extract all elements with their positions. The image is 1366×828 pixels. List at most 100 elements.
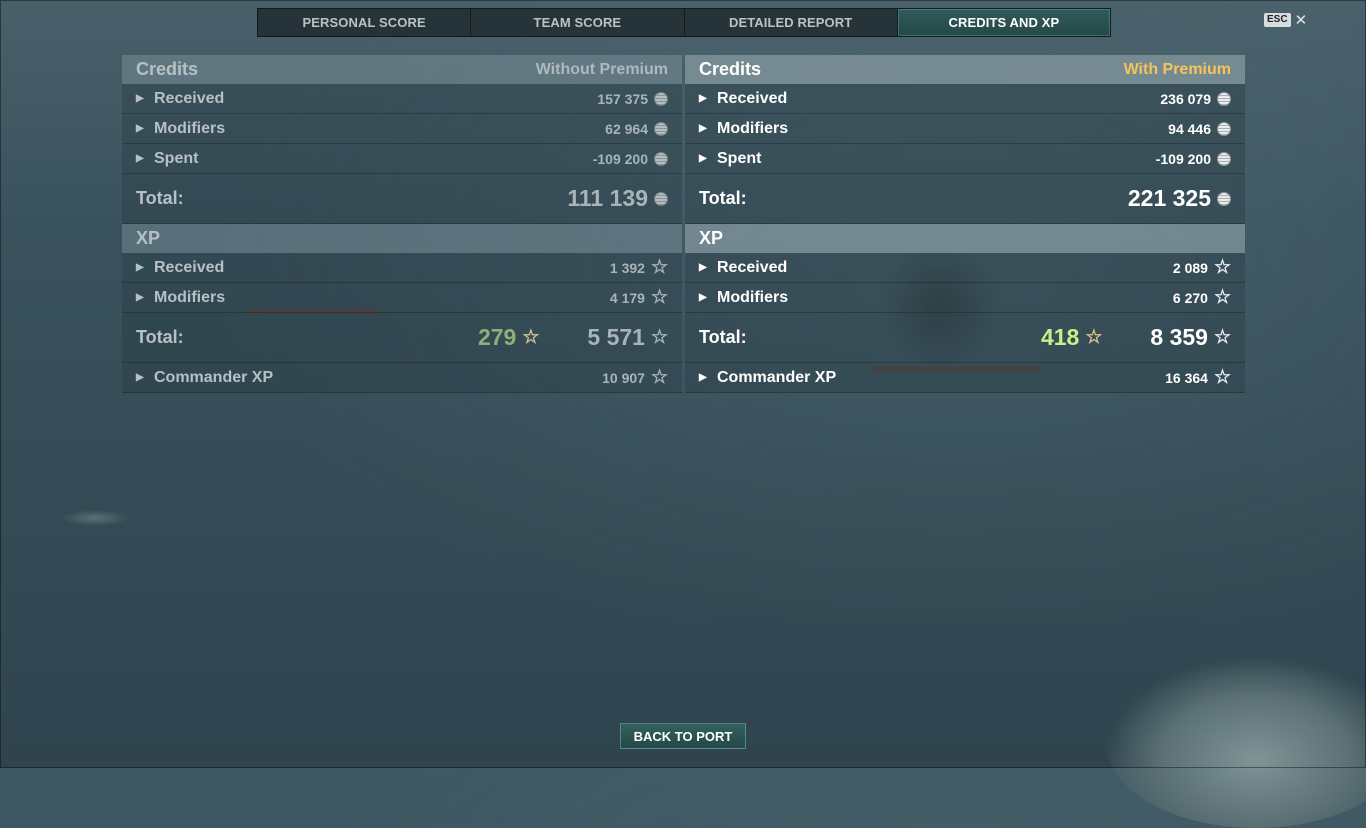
xp-star-icon: ☆ (1213, 286, 1231, 308)
xp-star-icon: ☆ (650, 326, 668, 348)
xp-star-icon: ☆ (1213, 256, 1231, 278)
total-label: Total: (699, 188, 747, 208)
tab-team-score[interactable]: TEAM SCORE (471, 9, 685, 36)
panel-without-premium: Credits Without Premium ▶ Received 157 3… (122, 55, 682, 393)
credits-modifiers-row[interactable]: ▶ Modifiers 62 964 (122, 114, 682, 144)
total-label: Total: (699, 327, 747, 347)
xp-star-icon: ☆ (650, 286, 668, 308)
row-value: 16 364 (1165, 369, 1208, 386)
xp-star-icon: ☆ (1085, 326, 1103, 348)
row-label: Modifiers (154, 119, 226, 137)
row-label: Modifiers (717, 119, 789, 137)
row-label: Received (717, 258, 788, 276)
tab-credits-and-xp[interactable]: CREDITS AND XP (897, 9, 1110, 36)
row-value: -109 200 (1155, 150, 1211, 167)
tab-personal-score[interactable]: PERSONAL SCORE (258, 9, 472, 36)
close-icon: ✕ (1294, 11, 1308, 29)
row-value: 10 907 (602, 369, 645, 386)
xp-title: XP (136, 228, 161, 248)
credits-spent-row[interactable]: ▶ Spent -109 200 (685, 144, 1245, 174)
credits-header: Credits Without Premium (122, 55, 682, 84)
small-boat (60, 510, 130, 526)
credits-received-row[interactable]: ▶ Received 157 375 (122, 84, 682, 114)
credits-title: Credits (136, 59, 199, 79)
credits-modifiers-row[interactable]: ▶ Modifiers 94 446 (685, 114, 1245, 144)
premium-xp-value: 418 (1040, 324, 1080, 350)
row-value: 6 270 (1172, 289, 1208, 306)
credits-total-value: 221 325 (1127, 185, 1211, 211)
row-value: 62 964 (605, 120, 648, 137)
expand-arrow-icon: ▶ (699, 93, 707, 104)
row-value: 4 179 (609, 289, 645, 306)
xp-total-value: 8 359 (1150, 324, 1208, 350)
xp-star-icon: ☆ (650, 256, 668, 278)
row-value: 94 446 (1168, 120, 1211, 137)
expand-arrow-icon: ▶ (136, 262, 144, 273)
row-label: Spent (717, 149, 762, 167)
xp-modifiers-row[interactable]: ▶ Modifiers 4 179 ☆ (122, 283, 682, 313)
expand-arrow-icon: ▶ (136, 123, 144, 134)
credits-header: Credits With Premium (685, 55, 1245, 84)
row-label: Commander XP (717, 368, 837, 386)
credits-received-row[interactable]: ▶ Received 236 079 (685, 84, 1245, 114)
expand-arrow-icon: ▶ (699, 153, 707, 164)
premium-xp: 279 ☆ (478, 324, 539, 351)
result-tabs: PERSONAL SCORE TEAM SCORE DETAILED REPOR… (257, 8, 1111, 37)
row-label: Commander XP (154, 368, 274, 386)
commander-xp-row[interactable]: ▶ Commander XP 16 364 ☆ (685, 363, 1245, 393)
expand-arrow-icon: ▶ (699, 262, 707, 273)
xp-total-row: Total: 418 ☆ 8 359 ☆ (685, 313, 1245, 363)
expand-arrow-icon: ▶ (699, 292, 707, 303)
row-value: 236 079 (1160, 90, 1211, 107)
total-label: Total: (136, 188, 184, 208)
xp-received-row[interactable]: ▶ Received 2 089 ☆ (685, 253, 1245, 283)
row-label: Modifiers (717, 288, 789, 306)
xp-received-row[interactable]: ▶ Received 1 392 ☆ (122, 253, 682, 283)
credits-total-row: Total: 221 325 (685, 174, 1245, 224)
expand-arrow-icon: ▶ (699, 123, 707, 134)
row-value: 1 392 (609, 259, 645, 276)
back-to-port-button[interactable]: BACK TO PORT (620, 723, 746, 749)
total-label: Total: (136, 327, 184, 347)
credits-coin-icon (1217, 91, 1231, 106)
xp-total-value: 5 571 (587, 324, 645, 350)
credits-coin-icon (1217, 121, 1231, 136)
row-value: 2 089 (1172, 259, 1208, 276)
credits-coin-icon (1217, 191, 1231, 206)
credits-coin-icon (1217, 151, 1231, 166)
credits-spent-row[interactable]: ▶ Spent -109 200 (122, 144, 682, 174)
xp-title: XP (699, 228, 724, 248)
premium-xp: 418 ☆ (1041, 324, 1102, 351)
credits-coin-icon (654, 191, 668, 206)
without-premium-label: Without Premium (535, 60, 668, 78)
premium-xp-value: 279 (477, 324, 517, 350)
xp-star-icon: ☆ (1213, 326, 1231, 348)
row-label: Spent (154, 149, 199, 167)
xp-header: XP (685, 224, 1245, 253)
with-premium-label: With Premium (1123, 60, 1231, 78)
expand-arrow-icon: ▶ (136, 93, 144, 104)
credits-coin-icon (654, 121, 668, 136)
credits-total-value: 111 139 (567, 185, 648, 211)
xp-star-icon: ☆ (650, 366, 668, 388)
row-label: Modifiers (154, 288, 226, 306)
tab-detailed-report[interactable]: DETAILED REPORT (685, 9, 898, 36)
rock-outcrop (1106, 658, 1366, 828)
expand-arrow-icon: ▶ (136, 292, 144, 303)
row-label: Received (154, 258, 225, 276)
credits-total-row: Total: 111 139 (122, 174, 682, 224)
xp-star-icon: ☆ (522, 326, 540, 348)
credits-coin-icon (654, 151, 668, 166)
row-value: -109 200 (592, 150, 648, 167)
expand-arrow-icon: ▶ (136, 153, 144, 164)
esc-key-badge: ESC (1264, 13, 1291, 27)
credits-coin-icon (654, 91, 668, 106)
xp-modifiers-row[interactable]: ▶ Modifiers 6 270 ☆ (685, 283, 1245, 313)
commander-xp-row[interactable]: ▶ Commander XP 10 907 ☆ (122, 363, 682, 393)
row-value: 157 375 (597, 90, 648, 107)
close-button[interactable]: ESC ✕ (1264, 11, 1308, 29)
xp-total-row: Total: 279 ☆ 5 571 ☆ (122, 313, 682, 363)
xp-header: XP (122, 224, 682, 253)
xp-star-icon: ☆ (1213, 366, 1231, 388)
row-label: Received (154, 89, 225, 107)
